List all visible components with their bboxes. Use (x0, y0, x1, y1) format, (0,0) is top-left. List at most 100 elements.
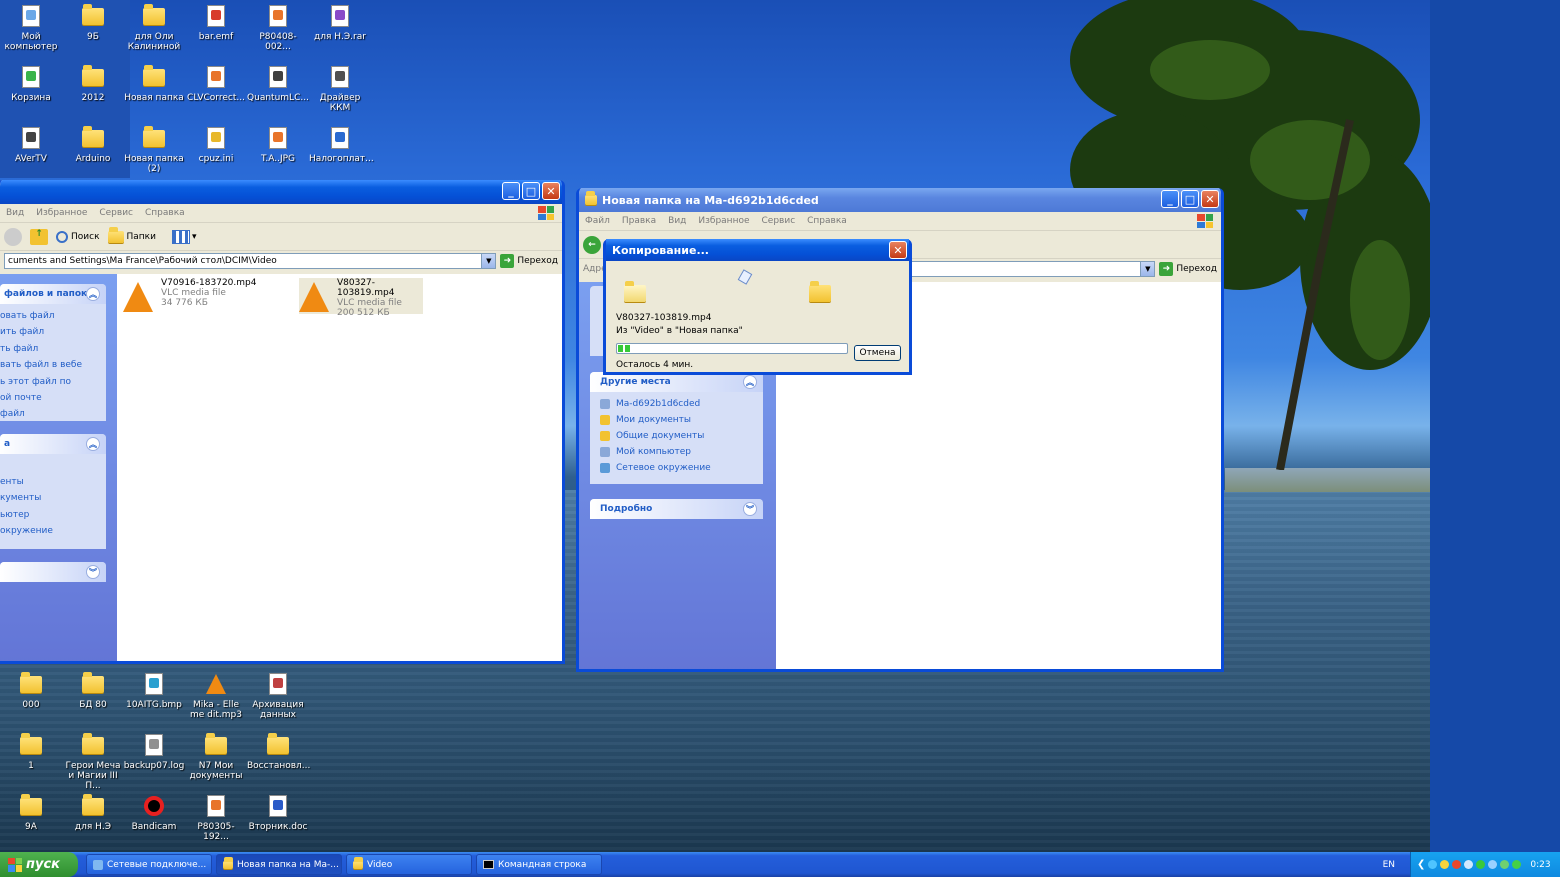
close-button[interactable]: ✕ (889, 241, 907, 259)
desktop-icon[interactable]: для Н.Э.rar (309, 4, 371, 42)
tray-app-icon[interactable] (1488, 860, 1498, 869)
minimize-button[interactable]: _ (502, 182, 520, 200)
address-dropdown-button[interactable]: ▼ (481, 254, 496, 268)
dialog-titlebar[interactable]: Копирование... ✕ (606, 239, 909, 261)
desktop-icon[interactable]: cpuz.ini (185, 126, 247, 164)
desktop-icon[interactable]: для Н.Э (62, 793, 124, 832)
desktop-icon[interactable]: AVerTV (0, 126, 62, 164)
desktop-icon[interactable]: 000 (0, 671, 62, 710)
desktop-icon[interactable]: QuantumLC... (247, 65, 309, 103)
desktop-icon[interactable]: P80305-192... (185, 794, 247, 842)
other-places-header[interactable]: а ︽ (0, 434, 106, 454)
desktop-icon[interactable]: N7 Мои документы (185, 732, 247, 781)
other-places-header[interactable]: Другие места ︽ (590, 372, 763, 392)
up-folder-icon[interactable]: ↑ (30, 228, 48, 245)
desktop-icon[interactable]: Bandicam (123, 794, 185, 832)
maximize-button[interactable]: □ (1181, 190, 1199, 208)
collapse-icon[interactable]: ︽ (86, 287, 100, 301)
desktop-icon[interactable]: Герои Меча и Магии III П... (62, 732, 124, 791)
menu-tools[interactable]: Сервис (99, 208, 133, 218)
desktop-icon[interactable]: 1 (0, 732, 62, 771)
desktop-icon[interactable]: P80408-002... (247, 4, 309, 52)
task-link[interactable]: Мои документы (590, 412, 763, 428)
collapse-icon[interactable]: ︽ (743, 375, 757, 389)
details-header[interactable]: Подробно ︾ (590, 499, 763, 519)
address-dropdown-button[interactable]: ▼ (1140, 262, 1155, 276)
desktop-icon[interactable]: 9А (0, 793, 62, 832)
desktop-icon[interactable]: Mika - Elle me dit.mp3 (185, 672, 247, 720)
task-link[interactable]: Сетевое окружение (590, 460, 763, 476)
tray-shield-icon[interactable] (1440, 860, 1450, 869)
desktop-icon[interactable]: Налогоплат... (309, 126, 374, 164)
tray-connection-icon[interactable] (1476, 860, 1486, 869)
window-titlebar[interactable]: Новая папка на Ma-d692b1d6cded _ □ ✕ (579, 188, 1221, 212)
desktop-icon[interactable]: 2012 (62, 64, 124, 103)
menu-help[interactable]: Справка (145, 208, 185, 218)
collapse-icon[interactable]: ︽ (86, 437, 100, 451)
window-titlebar[interactable]: _ □ ✕ (0, 180, 562, 204)
desktop-icon[interactable]: T.A..JPG (247, 126, 309, 164)
tray-chevron-icon[interactable]: ❮ (1417, 859, 1425, 870)
desktop-icon[interactable]: Восстановл... (247, 732, 310, 771)
task-link[interactable]: Мой компьютер (590, 444, 763, 460)
views-button[interactable]: ▾ (171, 229, 197, 244)
details-header[interactable]: ︾ (0, 562, 106, 582)
task-link[interactable]: ой почте (0, 390, 106, 406)
task-link[interactable]: ть файл (0, 341, 106, 357)
go-button[interactable]: ➜ Переход (500, 254, 558, 268)
file-tasks-header[interactable]: файлов и папок ︽ (0, 284, 106, 304)
task-link[interactable]: Ma-d692b1d6cded (590, 396, 763, 412)
menu-edit[interactable]: Правка (622, 216, 656, 226)
task-link[interactable]: вать файл в вебе (0, 357, 106, 373)
taskbar-item-new-folder[interactable]: Новая папка на Ma-... (216, 854, 342, 875)
expand-icon[interactable]: ︾ (743, 502, 757, 516)
close-button[interactable]: ✕ (1201, 190, 1219, 208)
task-link[interactable]: енты (0, 474, 106, 490)
task-link[interactable]: ь этот файл по (0, 374, 106, 390)
taskbar-item-network-connections[interactable]: Сетевые подключе... (86, 854, 212, 875)
menu-help[interactable]: Справка (807, 216, 847, 226)
menu-view[interactable]: Вид (6, 208, 24, 218)
desktop-icon[interactable]: БД 80 (62, 671, 124, 710)
desktop-icon[interactable]: Мой компьютер (0, 4, 62, 52)
tray-volume-icon[interactable] (1464, 860, 1474, 869)
search-button[interactable]: Поиск (56, 230, 100, 243)
language-indicator[interactable]: EN (1383, 860, 1395, 870)
desktop-icon[interactable]: Архивация данных (247, 672, 309, 720)
explorer-window-video[interactable]: _ □ ✕ Вид Избранное Сервис Справка ↑ Пои… (0, 180, 565, 664)
tray-alert-icon[interactable] (1452, 860, 1462, 869)
cancel-button[interactable]: Отмена (854, 345, 901, 361)
go-button[interactable]: ➜ Переход (1159, 262, 1217, 276)
close-button[interactable]: ✕ (542, 182, 560, 200)
desktop-icon[interactable]: 9Б (62, 3, 124, 42)
desktop-icon[interactable]: CLVCorrect... (185, 65, 247, 103)
desktop-icon[interactable]: Драйвер ККМ (309, 65, 371, 113)
task-link[interactable]: ьютер (0, 507, 106, 523)
folders-button[interactable]: Папки (107, 226, 156, 243)
desktop-icon[interactable]: Вторник.doc (247, 794, 309, 832)
task-link[interactable]: овать файл (0, 308, 106, 324)
taskbar-item-video[interactable]: Video (346, 854, 472, 875)
expand-icon[interactable]: ︾ (86, 565, 100, 579)
task-link[interactable]: кументы (0, 490, 106, 506)
file-item[interactable]: V70916-183720.mp4 VLC media file 34 776 … (123, 278, 293, 314)
menu-file[interactable]: Файл (585, 216, 610, 226)
start-button[interactable]: пуск (0, 852, 78, 877)
clock[interactable]: 0:23 (1530, 860, 1550, 870)
taskbar-item-command-prompt[interactable]: Командная строка (476, 854, 602, 875)
desktop-icon[interactable]: Новая папка (2) (123, 125, 185, 174)
tray-network-icon[interactable] (1428, 860, 1438, 869)
task-link[interactable]: Общие документы (590, 428, 763, 444)
minimize-button[interactable]: _ (1161, 190, 1179, 208)
menu-favorites[interactable]: Избранное (698, 216, 749, 226)
menu-tools[interactable]: Сервис (762, 216, 796, 226)
desktop-icon[interactable]: для Оли Калининой (123, 3, 185, 52)
menu-view[interactable]: Вид (668, 216, 686, 226)
desktop-icon[interactable]: Arduino (62, 125, 124, 164)
tray-battery-icon[interactable] (1512, 860, 1522, 869)
desktop-icon[interactable]: backup07.log (123, 733, 185, 771)
file-item[interactable]: V80327-103819.mp4 VLC media file 200 512… (299, 278, 423, 318)
task-link[interactable]: файл (0, 406, 106, 422)
tray-update-icon[interactable] (1500, 860, 1510, 869)
copy-progress-dialog[interactable]: Копирование... ✕ V80327-103819.mp4 Из "V… (603, 239, 912, 375)
